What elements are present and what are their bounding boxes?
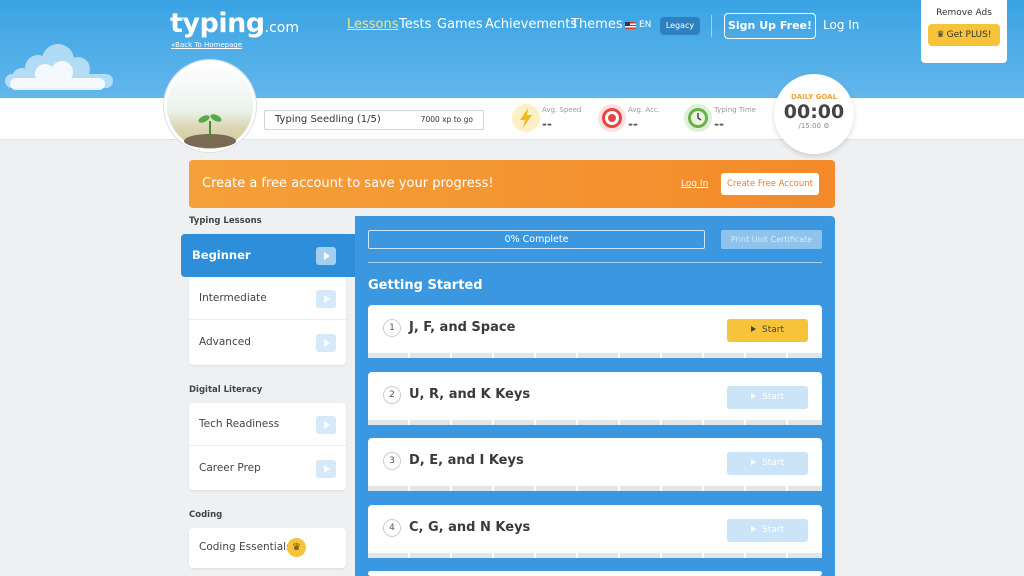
nav-games[interactable]: Games xyxy=(437,17,482,32)
unit-progress-bar: 0% Complete xyxy=(368,230,705,249)
plus-upsell-box: Remove Ads ♛ Get PLUS! xyxy=(921,0,1007,63)
avg-speed-value: -- xyxy=(542,117,552,131)
lesson-number: 3 xyxy=(383,452,401,470)
start-button[interactable]: Start xyxy=(727,319,808,342)
lesson-card[interactable]: 1 J, F, and Space Start xyxy=(368,305,822,358)
daily-goal-target-text: /15:00 xyxy=(798,122,821,130)
rank-name: Typing Seedling (1/5) xyxy=(275,114,381,125)
daily-goal-widget[interactable]: DAILY GOAL 00:00 /15:00 ⚙ xyxy=(774,74,854,154)
lesson-number: 1 xyxy=(383,319,401,337)
clouds-decoration xyxy=(5,44,113,90)
top-header: typing.com «Back To Homepage Lessons Tes… xyxy=(0,0,1024,98)
section-heading: Getting Started xyxy=(368,278,483,293)
nav-divider xyxy=(711,15,712,37)
lesson-name: U, R, and K Keys xyxy=(409,387,531,402)
lesson-progress-segments xyxy=(368,486,822,491)
sidebar-item-beginner[interactable]: Beginner xyxy=(181,234,356,277)
target-icon xyxy=(598,104,626,132)
xp-to-go: 7000 xp to go xyxy=(420,115,473,124)
lesson-name: C, G, and N Keys xyxy=(409,520,531,535)
gear-icon[interactable]: ⚙ xyxy=(823,122,829,130)
sign-up-button[interactable]: Sign Up Free! xyxy=(724,13,816,39)
play-icon xyxy=(316,416,336,434)
section-title-typing-lessons: Typing Lessons xyxy=(189,216,262,226)
get-plus-button[interactable]: ♛ Get PLUS! xyxy=(928,24,1000,46)
start-button[interactable]: Start xyxy=(727,386,808,409)
rank-progress-box: Typing Seedling (1/5) 7000 xp to go xyxy=(264,110,484,130)
avg-accuracy-value: -- xyxy=(628,117,638,131)
panel-divider xyxy=(368,262,822,263)
section-title-coding: Coding xyxy=(189,510,223,520)
digital-literacy-card: Tech Readiness Career Prep xyxy=(189,403,346,490)
start-button[interactable]: Start xyxy=(727,452,808,475)
seedling-icon xyxy=(184,114,236,148)
section-title-digital-literacy: Digital Literacy xyxy=(189,385,263,395)
sidebar-item-label: Career Prep xyxy=(199,462,261,474)
sidebar-item-advanced[interactable]: Advanced xyxy=(189,321,346,364)
play-icon xyxy=(316,460,336,478)
daily-goal-time: 00:00 xyxy=(783,101,845,123)
lesson-card[interactable] xyxy=(368,571,822,576)
sidebar-item-label: Beginner xyxy=(192,248,251,262)
play-icon xyxy=(316,334,336,352)
lesson-progress-segments xyxy=(368,420,822,425)
sidebar-item-label: Coding Essentials xyxy=(199,541,292,553)
banner-message: Create a free account to save your progr… xyxy=(202,176,494,191)
sidebar-item-tech-readiness[interactable]: Tech Readiness xyxy=(189,403,346,446)
back-to-homepage-link[interactable]: «Back To Homepage xyxy=(171,41,242,49)
logo-suffix: .com xyxy=(264,20,299,36)
avg-accuracy-label: Avg. Acc. xyxy=(628,106,661,114)
logo-text: typing xyxy=(170,8,265,39)
daily-goal-label: DAILY GOAL xyxy=(790,93,838,101)
lesson-card[interactable]: 4 C, G, and N Keys Start xyxy=(368,505,822,558)
sidebar-item-label: Intermediate xyxy=(199,292,267,304)
banner-log-in-link[interactable]: Log In xyxy=(681,179,708,189)
legacy-button[interactable]: Legacy xyxy=(660,17,700,35)
crown-icon: ♛ xyxy=(936,30,945,40)
sidebar-item-label: Advanced xyxy=(199,336,251,348)
lesson-progress-segments xyxy=(368,353,822,358)
sidebar-item-label: Tech Readiness xyxy=(199,418,280,430)
sidebar-item-intermediate[interactable]: Intermediate xyxy=(189,277,346,320)
us-flag-icon[interactable] xyxy=(625,22,636,29)
log-in-link[interactable]: Log In xyxy=(823,18,859,32)
save-progress-banner: Create a free account to save your progr… xyxy=(189,160,835,208)
coding-card: Coding Essentials ♛ xyxy=(189,528,346,568)
avg-speed-label: Avg. Speed xyxy=(542,106,582,114)
create-free-account-button[interactable]: Create Free Account xyxy=(721,173,819,195)
typing-time-value: -- xyxy=(714,117,724,131)
nav-achievements[interactable]: Achievements xyxy=(485,17,577,32)
daily-goal-target: /15:00 ⚙ xyxy=(774,122,854,130)
language-selector[interactable]: EN xyxy=(639,20,651,30)
lesson-name: D, E, and I Keys xyxy=(409,453,524,468)
crown-icon: ♛ xyxy=(287,538,306,557)
start-button[interactable]: Start xyxy=(727,519,808,542)
play-icon xyxy=(316,290,336,308)
nav-themes[interactable]: Themes xyxy=(571,17,623,32)
play-icon xyxy=(316,247,336,265)
lesson-name: J, F, and Space xyxy=(409,320,516,335)
lesson-card[interactable]: 2 U, R, and K Keys Start xyxy=(368,372,822,425)
lesson-number: 2 xyxy=(383,386,401,404)
get-plus-label: Get PLUS! xyxy=(946,30,992,40)
nav-lessons[interactable]: Lessons xyxy=(347,17,399,32)
seedling-avatar xyxy=(164,60,256,152)
nav-tests[interactable]: Tests xyxy=(399,17,431,32)
print-certificate-button[interactable]: Print Unit Certificate xyxy=(721,230,822,249)
clock-icon xyxy=(684,104,712,132)
lesson-number: 4 xyxy=(383,519,401,537)
sidebar-item-career-prep[interactable]: Career Prep xyxy=(189,447,346,490)
lightning-icon xyxy=(512,104,540,132)
lesson-card[interactable]: 3 D, E, and I Keys Start xyxy=(368,438,822,491)
remove-ads-label: Remove Ads xyxy=(936,8,992,18)
lesson-progress-segments xyxy=(368,553,822,558)
typing-time-label: Typing Time xyxy=(714,106,756,114)
typing-logo[interactable]: typing.com xyxy=(170,8,299,39)
lessons-panel: 0% Complete Print Unit Certificate Getti… xyxy=(355,216,835,576)
sidebar-item-coding-essentials[interactable]: Coding Essentials ♛ xyxy=(189,528,346,568)
